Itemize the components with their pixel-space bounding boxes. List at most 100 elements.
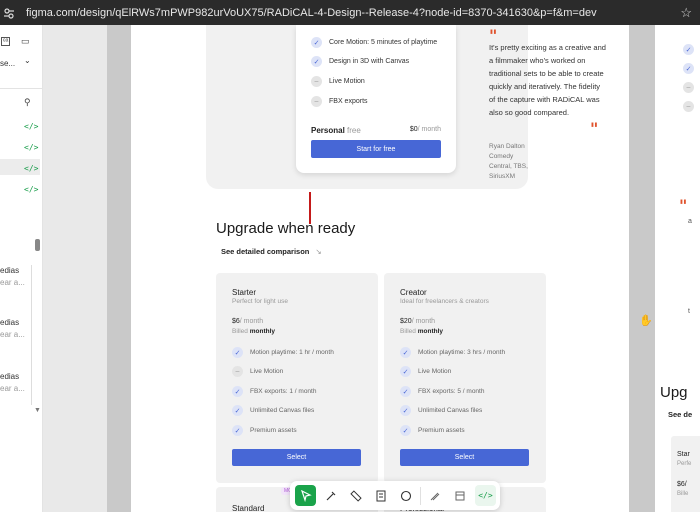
feature-row: ✓ Unlimited Canvas files	[400, 405, 482, 416]
chevron-down-icon[interactable]: ⌄	[24, 56, 31, 65]
feature-row: ✓ Live Motion	[400, 366, 451, 377]
check-icon: ✓	[400, 386, 411, 397]
pricing-frame[interactable]: ✓ Core Motion: 5 minutes of playtime ✓ D…	[131, 25, 629, 512]
arrow-icon: ↘	[315, 247, 322, 256]
quote-fragment: t	[688, 308, 690, 315]
dash-icon: –	[683, 82, 694, 93]
starter-plan-card[interactable]: Star Perfe $6/ Bille	[671, 436, 700, 512]
comparison-link-text[interactable]: See detailed comparison	[221, 247, 309, 256]
check-icon: ✓	[232, 386, 243, 397]
feature-row: ✓ FBX exports: 5 / month	[400, 386, 484, 397]
feature-label: FBX exports	[329, 98, 368, 105]
check-icon: ✓	[400, 425, 411, 436]
adjacent-frame[interactable]: ✓ ✓ – – " a t Upg See de Star Perfe $6/ …	[655, 25, 700, 512]
code-icon[interactable]: </>	[24, 185, 38, 194]
price-value: $20	[400, 318, 412, 325]
feature-row: ✓ Premium assets	[232, 425, 297, 436]
price-value: $0	[409, 126, 418, 133]
quote-close-icon: "	[590, 119, 599, 138]
price-unit: / month	[411, 318, 436, 325]
feature-label: Live Motion	[250, 368, 284, 375]
browser-url-bar[interactable]: figma.com/design/qElRWs7mPWP982urVoUX75/…	[0, 0, 700, 25]
plan-desc: Ideal for freelancers & creators	[400, 298, 489, 305]
pen-icon	[431, 492, 440, 500]
cursor-arrow-icon	[300, 489, 312, 502]
properties-tool-button[interactable]	[450, 485, 471, 506]
plan-title: Starter	[232, 288, 257, 297]
code-icon[interactable]: </>	[24, 164, 38, 173]
code-icon[interactable]: </>	[24, 122, 38, 131]
layer-sub: ear a...	[0, 330, 25, 339]
billing-period: Billed monthly	[232, 328, 275, 335]
feature-label: Motion playtime: 1 hr / month	[250, 349, 334, 356]
feature-row: ✓ Motion playtime: 3 hrs / month	[400, 347, 505, 358]
select-button[interactable]: Select	[400, 449, 529, 466]
dev-mode-button[interactable]: </>	[474, 485, 496, 506]
layer-label[interactable]: edias	[0, 318, 19, 327]
feature-row: ✓ Core Motion: 5 minutes of playtime	[311, 37, 437, 48]
starter-plan-card[interactable]: Starter Perfect for light use $6/ month …	[216, 273, 378, 483]
check-icon: ✓	[400, 405, 411, 416]
check-icon: ✓	[400, 366, 411, 377]
site-info-icon[interactable]	[2, 6, 16, 20]
feature-label: Premium assets	[418, 427, 465, 434]
sidebar-toggle-icon[interactable]: ▭	[21, 36, 30, 47]
draw-tool-button[interactable]	[425, 485, 446, 506]
feature-row: ✓ Design in 3D with Canvas	[311, 56, 409, 67]
creator-plan-card[interactable]: Creator Ideal for freelancers & creators…	[384, 273, 546, 483]
design-canvas[interactable]: ✓ Core Motion: 5 minutes of playtime ✓ D…	[43, 25, 700, 512]
move-tool-button[interactable]	[295, 485, 316, 506]
feature-row: – Live Motion	[232, 366, 283, 377]
feature-label: Core Motion: 5 minutes of playtime	[329, 39, 438, 46]
feature-row: ✓ FBX exports: 1 / month	[232, 386, 316, 397]
search-icon[interactable]: ⚲	[24, 97, 31, 108]
layer-label[interactable]: edias	[0, 372, 19, 381]
annotation-icon	[376, 490, 385, 501]
start-for-free-button[interactable]: Start for free	[311, 140, 441, 158]
url-text[interactable]: figma.com/design/qElRWs7mPWP982urVoUX75/…	[26, 7, 597, 19]
check-icon: ✓	[311, 56, 322, 67]
author-title: Comedy Central, TBS, SiriusXM	[489, 153, 528, 180]
plan-price: $0/ month	[410, 126, 441, 133]
feature-label: FBX exports: 1 / month	[250, 388, 317, 395]
bookmark-star-icon[interactable]: ☆	[680, 5, 692, 21]
layer-sub: ear a...	[0, 278, 25, 287]
feature-label: Live Motion	[418, 368, 452, 375]
billed-prefix: Billed	[400, 328, 416, 335]
layer-label[interactable]: edias	[0, 266, 19, 275]
frame-gutter-right	[629, 25, 655, 512]
detailed-comparison-link[interactable]: See de	[668, 410, 692, 419]
code-icon[interactable]: </>	[24, 143, 38, 152]
personal-plan-card[interactable]: ✓ Core Motion: 5 minutes of playtime ✓ D…	[296, 25, 456, 173]
price-value: $6	[232, 318, 240, 325]
dash-icon: –	[683, 101, 694, 112]
plan-desc: Perfe	[677, 461, 692, 467]
dash-icon: –	[311, 76, 322, 87]
annotate-tool-button[interactable]	[370, 485, 391, 506]
billing-period: Bille	[677, 491, 689, 497]
scroll-down-arrow-icon[interactable]: ▼	[34, 407, 41, 414]
check-icon: ✓	[683, 44, 694, 55]
page-selector-label[interactable]: se...	[0, 59, 15, 68]
plan-title: Standard	[232, 504, 265, 512]
scroll-track	[31, 265, 32, 405]
detailed-comparison-link[interactable]: See detailed comparison ↘	[221, 247, 322, 256]
billing-period: Billed monthly	[400, 328, 443, 335]
feature-label: Unlimited Canvas files	[418, 407, 483, 414]
plan-name-text: Personal	[311, 126, 345, 135]
check-icon: ✓	[400, 347, 411, 358]
select-button[interactable]: Select	[232, 449, 361, 466]
eyedropper-icon	[326, 491, 335, 500]
plan-name-sub: free	[347, 126, 361, 135]
testimonial-author: Ryan Dalton Comedy Central, TBS, SiriusX…	[489, 142, 528, 182]
figma-logo-icon[interactable]: ᵉᵃ	[1, 37, 11, 46]
inspect-tool-button[interactable]	[320, 485, 341, 506]
feature-row: – FBX exports	[311, 96, 368, 107]
scrollbar-thumb[interactable]	[35, 239, 40, 251]
measure-tool-button[interactable]	[345, 485, 366, 506]
comment-tool-button[interactable]	[395, 485, 416, 506]
feature-label: Unlimited Canvas files	[250, 407, 315, 414]
layers-sidebar: ᵉᵃ ▭ se... ⌄ ⚲ </> </> </> </> edias ear…	[0, 25, 43, 512]
billed-value: monthly	[417, 328, 443, 335]
feature-label: Premium assets	[250, 427, 297, 434]
